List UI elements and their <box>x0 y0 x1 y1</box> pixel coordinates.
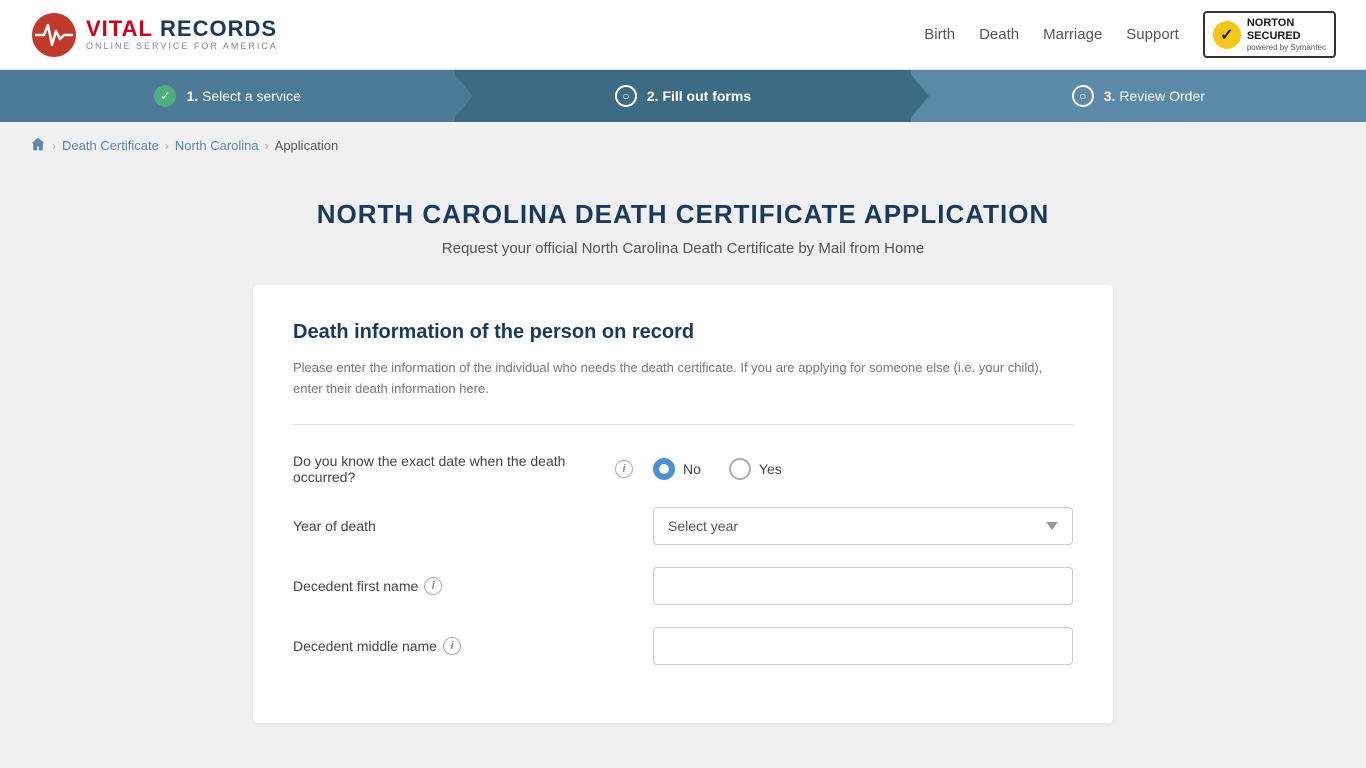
progress-step-1: ✓ 1. Select a service <box>0 70 455 122</box>
form-card: Death information of the person on recor… <box>253 285 1113 723</box>
radio-no-btn[interactable] <box>653 458 675 480</box>
step1-label: 1. Select a service <box>186 88 300 104</box>
middle-name-help-icon[interactable]: i <box>443 637 461 655</box>
logo-brand2: RECORDS <box>160 16 277 41</box>
progress-step-3: ○ 3. Review Order <box>911 70 1366 122</box>
radio-group-exact-date: No Yes <box>653 458 1073 480</box>
radio-no-label: No <box>683 461 701 477</box>
page-subtitle: Request your official North Carolina Dea… <box>253 240 1113 257</box>
norton-badge: ✓ NORTON SECURED powered by Symantec <box>1203 11 1336 59</box>
home-icon <box>30 140 46 155</box>
exact-date-help-icon[interactable]: i <box>615 460 633 478</box>
nav-support[interactable]: Support <box>1126 26 1179 43</box>
norton-label: NORTON <box>1247 17 1326 30</box>
logo-text: VITAL RECORDS ONLINE SERVICE FOR AMERICA <box>86 17 278 51</box>
radio-yes[interactable]: Yes <box>729 458 782 480</box>
middle-name-control <box>653 627 1073 665</box>
breadcrumb-sep3: › <box>265 139 269 153</box>
step3-circle: ○ <box>1072 85 1094 107</box>
first-name-help-icon[interactable]: i <box>424 577 442 595</box>
first-name-input[interactable] <box>653 567 1073 605</box>
breadcrumb-sep2: › <box>165 139 169 153</box>
first-name-control <box>653 567 1073 605</box>
form-divider <box>293 424 1073 425</box>
breadcrumb-home-link[interactable] <box>30 136 46 155</box>
norton-text-area: NORTON SECURED powered by Symantec <box>1247 17 1326 53</box>
progress-bar: ✓ 1. Select a service ○ 2. Fill out form… <box>0 70 1366 122</box>
header: VITAL RECORDS ONLINE SERVICE FOR AMERICA… <box>0 0 1366 70</box>
nav-marriage[interactable]: Marriage <box>1043 26 1102 43</box>
breadcrumb-application: Application <box>275 138 339 153</box>
logo-icon <box>30 11 78 59</box>
form-section-title: Death information of the person on recor… <box>293 321 1073 344</box>
breadcrumb: › Death Certificate › North Carolina › A… <box>0 122 1366 169</box>
exact-date-label: Do you know the exact date when the deat… <box>293 453 633 485</box>
norton-label2: SECURED <box>1247 30 1326 43</box>
step2-label: 2. Fill out forms <box>647 88 751 104</box>
year-of-death-row: Year of death Select year 2024 2023 2022… <box>293 507 1073 545</box>
progress-step-2: ○ 2. Fill out forms <box>455 70 910 122</box>
norton-powered: powered by Symantec <box>1247 43 1326 53</box>
norton-check-icon: ✓ <box>1213 21 1241 49</box>
logo-title: VITAL RECORDS <box>86 17 278 41</box>
breadcrumb-death-cert[interactable]: Death Certificate <box>62 138 159 153</box>
exact-date-controls: No Yes <box>653 458 1073 480</box>
year-of-death-control: Select year 2024 2023 2022 2021 2020 <box>653 507 1073 545</box>
radio-yes-btn[interactable] <box>729 458 751 480</box>
logo: VITAL RECORDS ONLINE SERVICE FOR AMERICA <box>30 11 278 59</box>
first-name-label: Decedent first name i <box>293 577 633 595</box>
breadcrumb-sep1: › <box>52 139 56 153</box>
form-section-desc: Please enter the information of the indi… <box>293 358 1073 400</box>
middle-name-input[interactable] <box>653 627 1073 665</box>
logo-subtitle: ONLINE SERVICE FOR AMERICA <box>86 42 278 52</box>
middle-name-label: Decedent middle name i <box>293 637 633 655</box>
page-title: NORTH CAROLINA DEATH CERTIFICATE APPLICA… <box>253 199 1113 230</box>
logo-brand: VITAL <box>86 16 153 41</box>
main-nav: Birth Death Marriage Support ✓ NORTON SE… <box>924 11 1336 59</box>
year-of-death-label: Year of death <box>293 518 633 534</box>
breadcrumb-nc[interactable]: North Carolina <box>175 138 259 153</box>
step2-circle: ○ <box>615 85 637 107</box>
step3-label: 3. Review Order <box>1104 88 1205 104</box>
radio-no[interactable]: No <box>653 458 701 480</box>
nav-death[interactable]: Death <box>979 26 1019 43</box>
step1-circle: ✓ <box>154 85 176 107</box>
nav-birth[interactable]: Birth <box>924 26 955 43</box>
radio-yes-label: Yes <box>759 461 782 477</box>
first-name-row: Decedent first name i <box>293 567 1073 605</box>
middle-name-row: Decedent middle name i <box>293 627 1073 665</box>
exact-date-row: Do you know the exact date when the deat… <box>293 453 1073 485</box>
main-content: NORTH CAROLINA DEATH CERTIFICATE APPLICA… <box>233 199 1133 723</box>
year-of-death-select[interactable]: Select year 2024 2023 2022 2021 2020 <box>653 507 1073 545</box>
